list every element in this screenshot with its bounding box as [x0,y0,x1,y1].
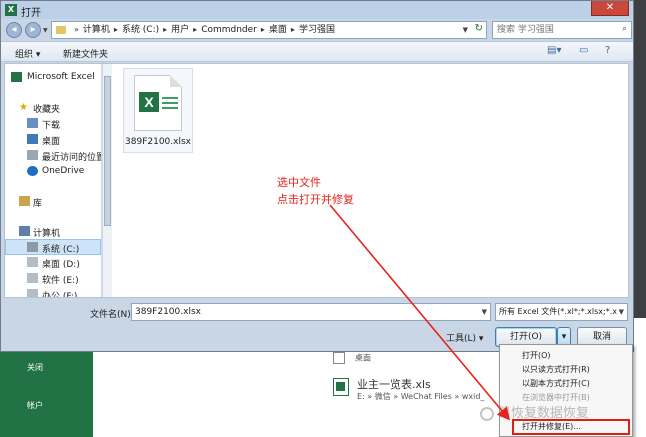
navigation-pane: Microsoft Excel ★ 收藏夹 下载 桌面 最近访问的位置 OneD… [5,64,102,297]
nav-item-label: 桌面 (D:) [42,260,80,270]
organize-button[interactable]: 组织 ▾ [15,47,40,60]
excel-document-icon: X [134,75,182,131]
cloud-icon [27,166,38,176]
nav-item-label: 桌面 [42,137,61,147]
nav-item-label: 计算机 [33,229,61,239]
nav-item-label: 最近访问的位置 [42,153,102,163]
nav-item-label: 软件 (E:) [42,276,79,286]
watermark-text: 易恢复数据恢复 [498,406,590,421]
back-button[interactable]: ◂ [6,22,22,38]
dialog-title: 打开 [21,8,41,19]
download-folder-icon [27,118,38,128]
menu-item-open-readonly[interactable]: 以只读方式打开(R) [500,363,632,377]
folder-icon [333,352,345,364]
nav-item-label: 系统 (C:) [42,245,80,255]
backstage-recent-folder[interactable]: 桌面 [333,352,371,364]
help-icon[interactable]: ? [605,45,610,56]
desktop-icon [27,134,38,144]
search-input[interactable] [493,22,611,38]
search-icon: ⌕ [621,24,627,34]
menu-item-open-and-repair[interactable]: 打开并修复(E)... [512,419,630,435]
breadcrumb-drive-c[interactable]: 系统 (C:) [122,22,159,38]
dialog-titlebar: X 打开 ✕ [1,1,633,19]
breadcrumb-folder[interactable]: 学习强国 [299,22,335,38]
filename-value: 389F2100.xlsx [135,307,201,317]
recent-places-icon [27,150,38,160]
open-dialog: X 打开 ✕ ◂ ▸ ▼ » 计算机 ▸ 系统 (C:) ▸ 用户 ▸ Commdnder ▸ 桌… [0,0,634,352]
address-bar[interactable]: » 计算机 ▸ 系统 (C:) ▸ 用户 ▸ Commdnder ▸ 桌面 ▸ 学习强国 ▼ ↻ [51,21,487,39]
search-box[interactable]: ⌕ [492,21,632,39]
recent-file-path: E: » 微信 » WeChat Files » wxid_ [357,392,485,401]
preview-pane-icon[interactable]: ▭ [579,45,588,56]
menu-item-open[interactable]: 打开(O) [500,349,632,363]
recent-folder-label: 桌面 [355,353,371,363]
drive-icon [27,289,38,297]
star-icon: ★ [19,102,28,113]
recent-file-name: 业主一览表.xls [357,378,431,391]
nav-item-label: 办公 (F:) [42,292,78,297]
breadcrumb-user[interactable]: Commdnder [201,22,257,38]
breadcrumb-users[interactable]: 用户 [171,22,189,38]
annotation-line-2: 点击打开并修复 [277,193,354,206]
chevron-down-icon[interactable]: ▼ [616,304,624,320]
nav-item-label: OneDrive [42,166,85,176]
filename-row: 文件名(N): 389F2100.xlsx ▼ 所有 Excel 文件(*.xl… [1,301,633,323]
nav-item-label: 收藏夹 [33,105,61,115]
excel-app-icon: X [5,4,17,16]
file-type-select[interactable]: 所有 Excel 文件(*.xl*;*.xlsx;*.xl ▼ [495,303,628,321]
file-name-label: 389F2100.xlsx [125,137,191,147]
excel-file-icon [333,378,349,396]
scrollbar-thumb[interactable] [104,76,111,226]
breadcrumb-computer[interactable]: 计算机 [83,22,110,38]
history-dropdown-icon[interactable]: ▼ [43,27,48,34]
forward-button[interactable]: ▸ [25,22,41,38]
nav-item-drive-c[interactable]: 系统 (C:) [5,239,101,255]
breadcrumb-desktop[interactable]: 桌面 [269,22,287,38]
nav-item-label: Microsoft Excel [27,72,95,82]
library-icon [19,196,30,206]
tools-button[interactable]: 工具(L) ▾ [446,331,483,344]
filename-field[interactable]: 389F2100.xlsx ▼ [131,303,491,321]
open-options-menu: 打开(O) 以只读方式打开(R) 以副本方式打开(C) 在浏览器中打开(B) 打… [499,344,633,437]
watermark: 易恢复数据恢复 [480,402,589,421]
nav-item-label: 库 [33,199,43,209]
chevron-down-icon[interactable]: ▼ [482,304,487,320]
file-item[interactable]: X 389F2100.xlsx [123,68,193,153]
watermark-logo-icon [480,406,494,421]
drive-icon [27,242,38,252]
computer-icon [19,226,30,236]
backstage-nav-close[interactable]: 关闭 [0,362,93,373]
refresh-icon[interactable]: ↻ [475,23,483,34]
file-type-value: 所有 Excel 文件(*.xl*;*.xlsx;*.xl [499,307,620,316]
view-options-icon[interactable]: ▤▾ [547,45,561,56]
folder-icon [56,26,66,34]
nav-item-label: 下载 [42,121,61,131]
drive-icon [27,257,38,267]
annotation-line-1: 选中文件 [277,176,321,189]
backstage-nav-account[interactable]: 帐户 [0,400,93,411]
dialog-toolbar: 组织 ▾ 新建文件夹 ▤▾ ▭ ? [1,41,633,62]
file-browser: Microsoft Excel ★ 收藏夹 下载 桌面 最近访问的位置 OneD… [4,63,629,298]
nav-scrollbar[interactable] [102,64,112,297]
excel-icon [11,72,22,82]
close-button[interactable]: ✕ [591,1,629,16]
address-dropdown-icon[interactable]: ▼ [463,26,468,34]
address-row: ◂ ▸ ▼ » 计算机 ▸ 系统 (C:) ▸ 用户 ▸ Commdnder ▸ 桌面 ▸ 学习强国 … [1,19,633,41]
new-folder-button[interactable]: 新建文件夹 [63,47,108,60]
menu-item-open-copy[interactable]: 以副本方式打开(C) [500,377,632,391]
filename-label: 文件名(N): [90,310,134,320]
drive-icon [27,273,38,283]
